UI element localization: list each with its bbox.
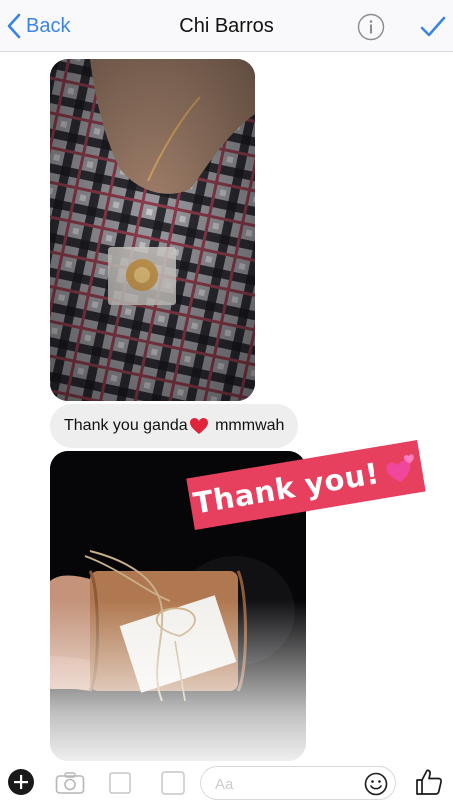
thumbs-up-icon[interactable] <box>414 767 444 797</box>
mic-icon[interactable] <box>160 770 186 796</box>
conversation-header: Back Chi Barros <box>0 0 453 52</box>
camera-icon[interactable] <box>55 771 85 795</box>
message-text: Thank you ganda <box>64 417 188 434</box>
message-bubble[interactable]: Thank you ganda mmmwah <box>50 404 299 448</box>
message-text-suffix: mmmwah <box>210 417 285 434</box>
message-input[interactable] <box>201 767 367 801</box>
anklet-photo <box>50 59 255 401</box>
two-hearts-icon <box>386 454 414 483</box>
photo-message-anklet[interactable] <box>50 59 255 401</box>
emoji-icon[interactable] <box>364 772 388 796</box>
plus-icon[interactable] <box>7 768 35 796</box>
message-toolbar <box>0 762 453 806</box>
checkmark-icon[interactable] <box>419 14 447 40</box>
contact-name[interactable]: Chi Barros <box>0 15 453 38</box>
message-composer[interactable] <box>200 766 396 801</box>
gallery-icon[interactable] <box>108 770 132 796</box>
red-heart-icon <box>189 418 208 434</box>
info-icon[interactable] <box>357 13 385 41</box>
